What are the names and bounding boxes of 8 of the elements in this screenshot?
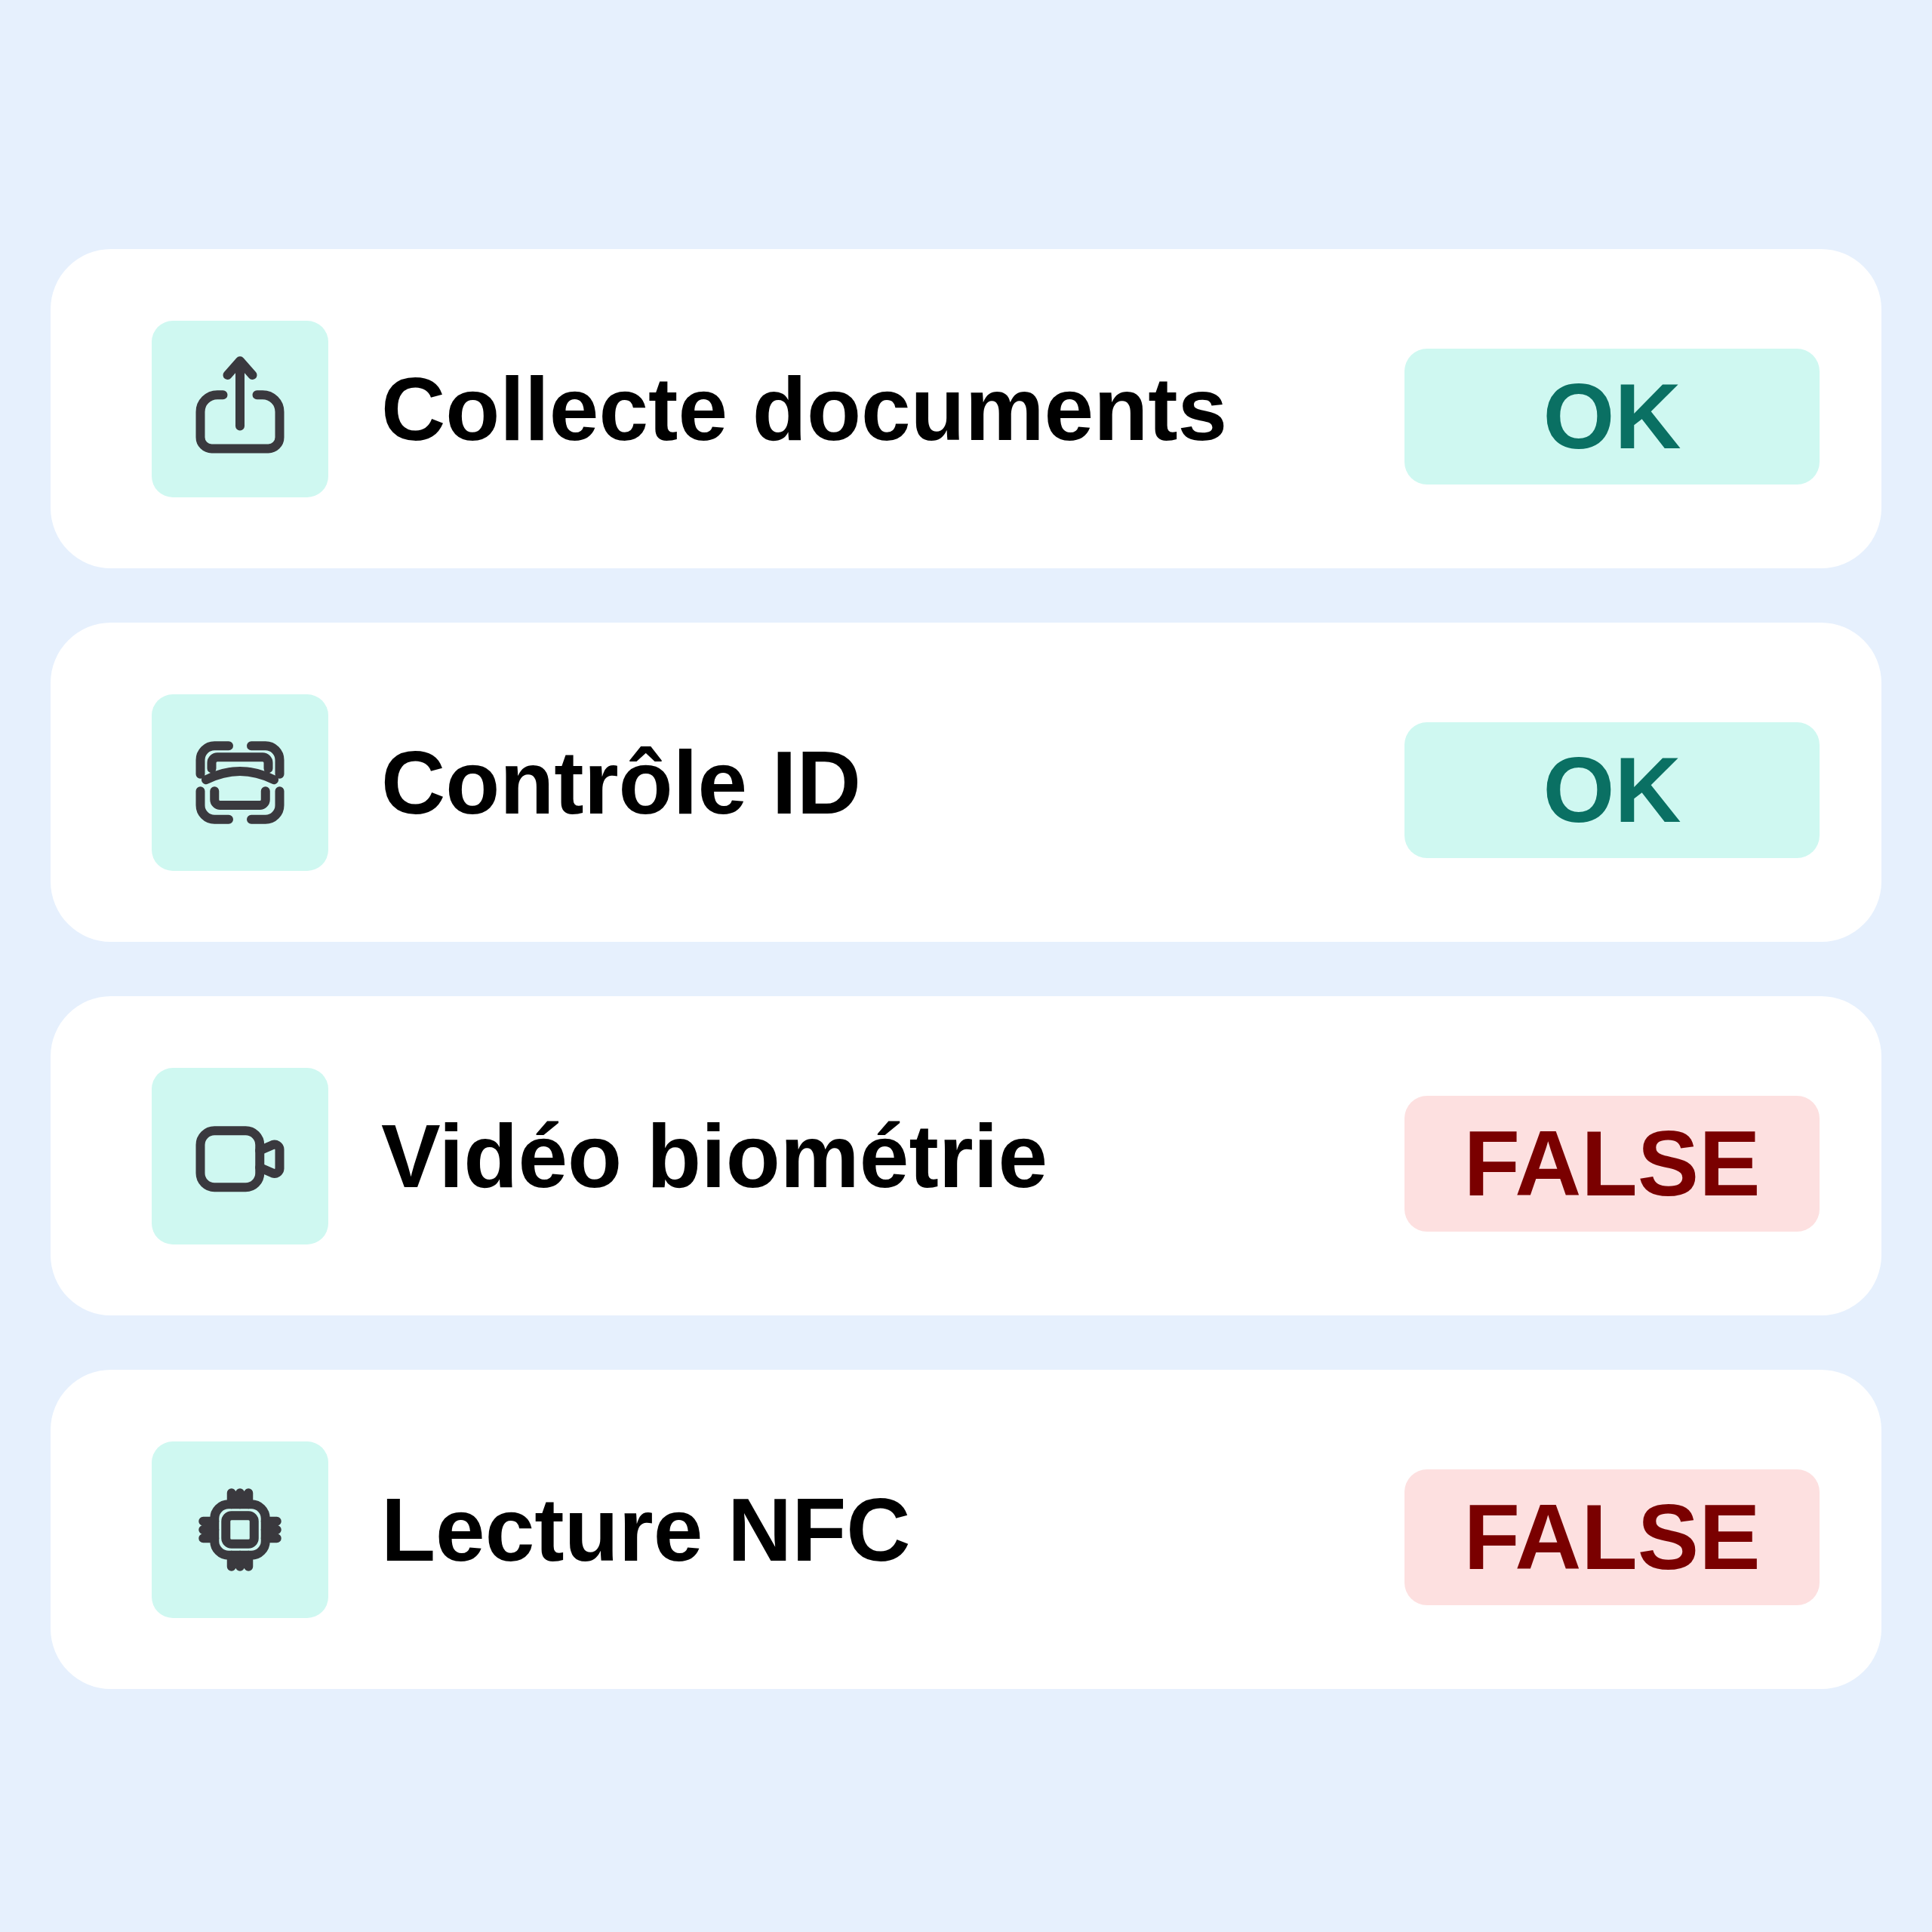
status-badge: OK — [1404, 721, 1820, 858]
check-label: Vidéo biométrie — [381, 1105, 1049, 1208]
status-badge: OK — [1404, 348, 1820, 485]
status-badge: FALSE — [1404, 1469, 1820, 1605]
check-label: Lecture NFC — [381, 1478, 912, 1581]
status-badge: FALSE — [1404, 1095, 1820, 1232]
check-label: Contrôle ID — [381, 731, 862, 834]
check-label: Collecte documents — [381, 358, 1229, 460]
